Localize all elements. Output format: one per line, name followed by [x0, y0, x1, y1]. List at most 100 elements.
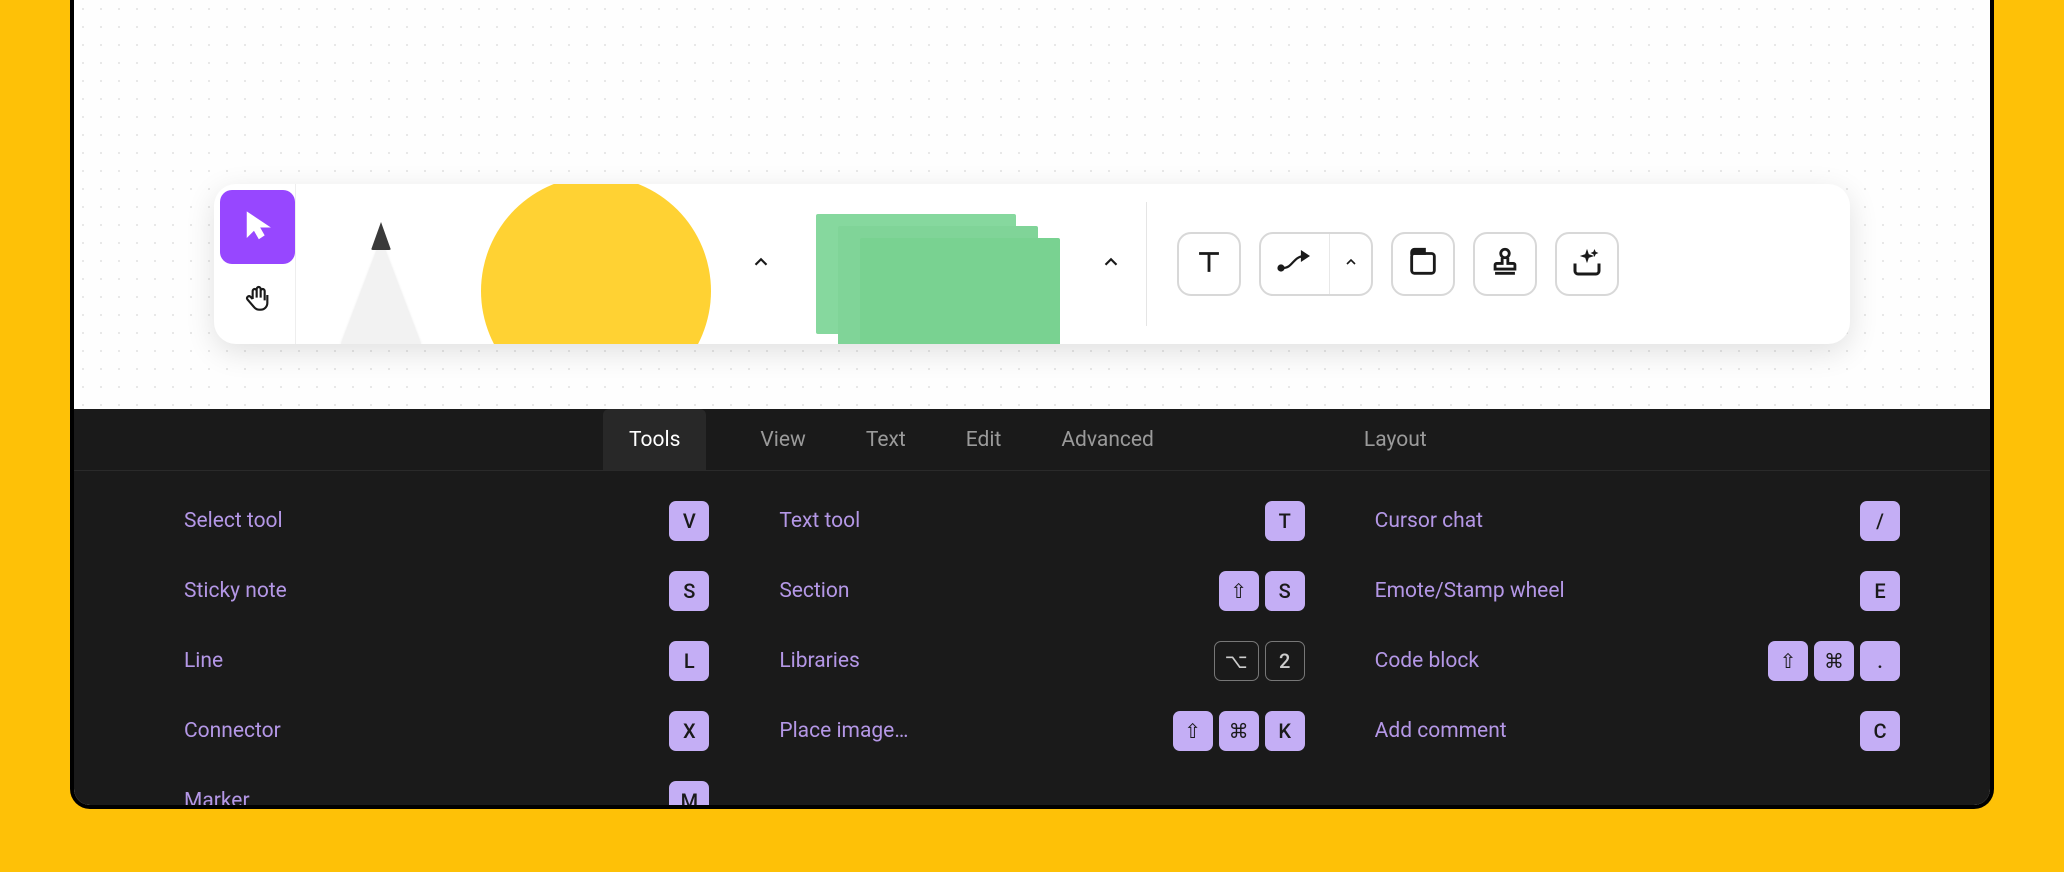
stamp-tool-button[interactable]	[1473, 232, 1537, 296]
canvas-area[interactable]	[74, 0, 1990, 409]
shortcuts-column-3: Cursor chat / Emote/Stamp wheel E Code block…	[1375, 501, 1900, 809]
connector-icon	[1275, 245, 1315, 283]
sticky-note-tool-button[interactable]	[796, 184, 1076, 344]
shortcut-label: Cursor chat	[1375, 509, 1483, 533]
shortcut-label: Marker	[184, 789, 250, 809]
keycap: T	[1265, 501, 1305, 541]
keycap: ⌘	[1814, 641, 1854, 681]
shortcut-label: Section	[779, 579, 849, 603]
shortcut-label: Libraries	[779, 649, 860, 673]
keyboard-shortcuts-panel: Tools View Text Edit Advanced Layout Sel…	[74, 409, 1990, 805]
keycap: M	[669, 781, 709, 809]
shortcut-row[interactable]: Emote/Stamp wheel E	[1375, 571, 1900, 611]
shortcut-row[interactable]: Marker M	[184, 781, 709, 809]
main-toolbar	[214, 184, 1850, 344]
shortcut-row[interactable]: Code block ⇧⌘.	[1375, 641, 1900, 681]
shortcut-label: Code block	[1375, 649, 1479, 673]
shortcut-keys: ⇧S	[1219, 571, 1305, 611]
tab-layout[interactable]: Layout	[1358, 409, 1433, 470]
shortcut-row[interactable]: Select tool V	[184, 501, 709, 541]
keycap: E	[1860, 571, 1900, 611]
chevron-up-icon	[1100, 251, 1122, 277]
shortcut-keys: ⌥2	[1214, 641, 1305, 681]
shortcut-keys: V	[669, 501, 709, 541]
shortcut-label: Connector	[184, 719, 281, 743]
shortcut-row[interactable]: Libraries ⌥2	[779, 641, 1304, 681]
connector-options-button[interactable]	[1329, 234, 1371, 294]
keycap: ⇧	[1768, 641, 1808, 681]
section-tool-button[interactable]	[1391, 232, 1455, 296]
pen-tool-button[interactable]	[296, 184, 466, 344]
tab-advanced[interactable]: Advanced	[1055, 409, 1160, 470]
shortcut-keys: S	[669, 571, 709, 611]
shortcut-row[interactable]: Cursor chat /	[1375, 501, 1900, 541]
shortcuts-column-2: Text toolTSection⇧SLibraries⌥2Place imag…	[779, 501, 1304, 809]
hand-tool-button[interactable]	[220, 264, 295, 338]
keycap: .	[1860, 641, 1900, 681]
keycap: S	[669, 571, 709, 611]
chevron-up-icon	[750, 251, 772, 277]
select-hand-group	[214, 184, 296, 344]
shortcut-label: Sticky note	[184, 579, 287, 603]
shape-options-button[interactable]	[726, 184, 796, 344]
shortcut-keys: /	[1860, 501, 1900, 541]
pen-icon	[341, 224, 421, 344]
shortcuts-column-1: Select tool V Sticky note S Line L Connector X M…	[184, 501, 709, 809]
shortcut-row[interactable]: Add comment C	[1375, 711, 1900, 751]
shortcut-row[interactable]: Section ⇧S	[779, 571, 1304, 611]
keycap: V	[669, 501, 709, 541]
keycap: ⌘	[1219, 711, 1259, 751]
sticky-options-button[interactable]	[1076, 184, 1146, 344]
shortcut-row[interactable]: Sticky note S	[184, 571, 709, 611]
keycap: 2	[1265, 641, 1305, 681]
hand-icon	[242, 283, 274, 319]
keycap: S	[1265, 571, 1305, 611]
shortcut-keys: M	[669, 781, 709, 809]
shortcut-row[interactable]: Text tool T	[779, 501, 1304, 541]
circle-shape-icon	[481, 184, 711, 344]
keycap: X	[669, 711, 709, 751]
keycap: K	[1265, 711, 1305, 751]
select-tool-button[interactable]	[220, 190, 295, 264]
keycap: ⇧	[1219, 571, 1259, 611]
text-icon	[1192, 245, 1226, 283]
shortcuts-grid: Select tool V Sticky note S Line L Connector X M…	[74, 471, 1990, 809]
shortcut-label: Line	[184, 649, 223, 673]
shortcut-keys: X	[669, 711, 709, 751]
shape-tool-button[interactable]	[466, 184, 726, 344]
shortcut-row[interactable]: Line L	[184, 641, 709, 681]
keycap: ⌥	[1214, 641, 1259, 681]
tab-edit[interactable]: Edit	[960, 409, 1008, 470]
shortcut-keys: C	[1860, 711, 1900, 751]
shortcut-label: Select tool	[184, 509, 283, 533]
keycap: /	[1860, 501, 1900, 541]
sparkle-tray-icon	[1569, 244, 1605, 284]
shortcut-row[interactable]: Connector X	[184, 711, 709, 751]
shortcut-label: Place image…	[779, 719, 908, 743]
cursor-icon	[243, 210, 273, 244]
shortcut-keys: T	[1265, 501, 1305, 541]
stamp-icon	[1488, 245, 1522, 283]
shortcuts-tabs: Tools View Text Edit Advanced Layout	[74, 409, 1990, 471]
section-icon	[1406, 245, 1440, 283]
connector-tool-button[interactable]	[1259, 232, 1373, 296]
shortcut-label: Text tool	[779, 509, 860, 533]
text-tool-button[interactable]	[1177, 232, 1241, 296]
shortcut-keys: E	[1860, 571, 1900, 611]
shortcut-row[interactable]: Place image… ⇧⌘K	[779, 711, 1304, 751]
sticky-note-icon	[816, 214, 1056, 344]
keycap: L	[669, 641, 709, 681]
tab-view[interactable]: View	[754, 409, 811, 470]
shortcut-label: Add comment	[1375, 719, 1507, 743]
app-window: Tools View Text Edit Advanced Layout Sel…	[70, 0, 1994, 809]
chevron-up-icon	[1343, 254, 1359, 274]
tab-text[interactable]: Text	[860, 409, 912, 470]
shortcut-keys: ⇧⌘K	[1173, 711, 1305, 751]
tab-tools[interactable]: Tools	[603, 409, 706, 470]
widgets-tool-button[interactable]	[1555, 232, 1619, 296]
right-tool-group	[1147, 184, 1850, 344]
shortcut-label: Emote/Stamp wheel	[1375, 579, 1565, 603]
keycap: ⇧	[1173, 711, 1213, 751]
keycap: C	[1860, 711, 1900, 751]
shortcut-keys: L	[669, 641, 709, 681]
